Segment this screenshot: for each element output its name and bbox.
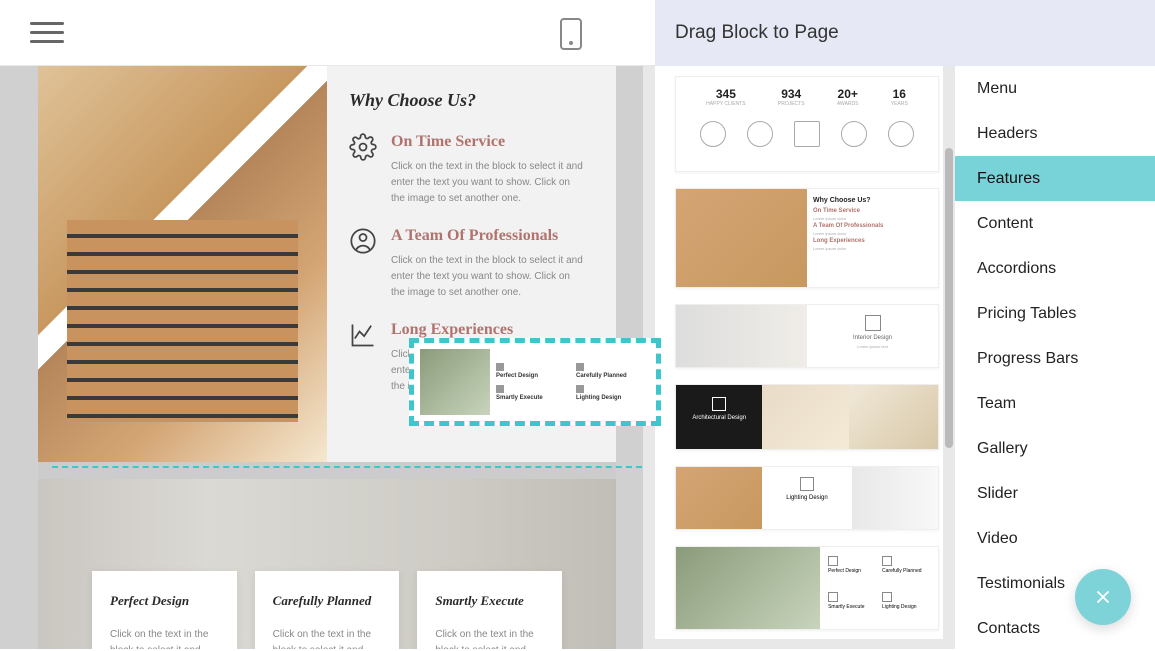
stat-number: 345 <box>706 87 745 101</box>
ghost-image <box>420 349 490 415</box>
menu-hamburger-icon[interactable] <box>30 22 64 43</box>
category-menu[interactable]: Menu <box>955 66 1155 111</box>
dragging-block-ghost[interactable]: Perfect Design Smartly Execute Carefully… <box>409 338 661 426</box>
thumb-item: Long Experiences <box>813 238 932 244</box>
thumb-item: A Team Of Professionals <box>813 223 932 229</box>
stat-label: PROJECTS <box>778 101 805 107</box>
category-video[interactable]: Video <box>955 516 1155 561</box>
block-thumbnail-stats[interactable]: 345HAPPY CLIENTS 934PROJECTS 20+AWARDS 1… <box>675 76 939 172</box>
ghost-label: Carefully Planned <box>576 373 650 379</box>
editor-topbar <box>0 0 655 66</box>
ghost-label: Smartly Execute <box>496 395 570 401</box>
card-desc[interactable]: Click on the text in the block to select… <box>435 627 544 649</box>
category-list: MenuHeadersFeaturesContentAccordionsPric… <box>955 66 1155 649</box>
gear-icon <box>349 133 377 161</box>
section-heading[interactable]: Why Choose Us? <box>349 90 586 111</box>
ghost-label: Lighting Design <box>576 395 650 401</box>
card-title[interactable]: Carefully Planned <box>273 593 382 609</box>
feature-title[interactable]: A Team Of Professionals <box>391 227 586 245</box>
section-cards[interactable]: Perfect Design Click on the text in the … <box>38 479 616 649</box>
thumb-item: Smartly Execute <box>828 604 876 610</box>
stat-label: HAPPY CLIENTS <box>706 101 745 107</box>
thumb-title: Lighting Design <box>772 495 841 501</box>
card-title[interactable]: Perfect Design <box>110 593 219 609</box>
category-gallery[interactable]: Gallery <box>955 426 1155 471</box>
blocks-scrollbar[interactable] <box>943 66 955 649</box>
thumb-title: Architectural Design <box>684 415 754 421</box>
stat-label: AWARDS <box>837 101 859 107</box>
card-item[interactable]: Perfect Design Click on the text in the … <box>92 571 237 649</box>
block-thumbnails-list[interactable]: 345HAPPY CLIENTS 934PROJECTS 20+AWARDS 1… <box>655 66 943 649</box>
cards-row: Perfect Design Click on the text in the … <box>92 571 562 649</box>
ghost-label: Perfect Design <box>496 373 570 379</box>
feature-item[interactable]: On Time Service Click on the text in the… <box>349 133 586 207</box>
category-slider[interactable]: Slider <box>955 471 1155 516</box>
card-desc[interactable]: Click on the text in the block to select… <box>273 627 382 649</box>
section-image[interactable] <box>38 66 327 462</box>
house-icon <box>865 315 881 331</box>
stat-number: 934 <box>778 87 805 101</box>
stat-label: YEARS <box>891 101 908 107</box>
card-item[interactable]: Smartly Execute Click on the text in the… <box>417 571 562 649</box>
panel-title: Drag Block to Page <box>655 0 1155 66</box>
bulb-icon <box>800 477 814 491</box>
thumb-item: Perfect Design <box>828 568 876 574</box>
block-thumbnail-arch[interactable]: Architectural Design <box>675 384 939 450</box>
feature-desc[interactable]: Click on the text in the block to select… <box>391 159 586 207</box>
person-icon <box>349 227 377 255</box>
block-thumbnail-lighting[interactable]: Lighting Design <box>675 466 939 530</box>
thumb-title: Why Choose Us? <box>813 197 932 204</box>
category-features[interactable]: Features <box>955 156 1155 201</box>
card-desc[interactable]: Click on the text in the block to select… <box>110 627 219 649</box>
stat-number: 20+ <box>837 87 859 101</box>
close-panel-button[interactable] <box>1075 569 1131 625</box>
chart-icon <box>349 321 377 349</box>
category-pricing-tables[interactable]: Pricing Tables <box>955 291 1155 336</box>
category-team[interactable]: Team <box>955 381 1155 426</box>
block-thumbnail-interior[interactable]: Interior DesignLorem ipsum text <box>675 304 939 368</box>
thumb-title: Interior Design <box>817 335 928 341</box>
blocks-h-scrollbar[interactable] <box>655 639 955 649</box>
thumb-item: Carefully Planned <box>882 568 930 574</box>
thumb-item: On Time Service <box>813 208 932 214</box>
feature-item[interactable]: A Team Of Professionals Click on the tex… <box>349 227 586 301</box>
mobile-preview-icon[interactable] <box>560 18 582 50</box>
block-thumbnail-grid[interactable]: Perfect Design Carefully Planned Smartly… <box>675 546 939 630</box>
category-headers[interactable]: Headers <box>955 111 1155 156</box>
stat-number: 16 <box>891 87 908 101</box>
feature-desc[interactable]: Click on the text in the block to select… <box>391 253 586 301</box>
drop-indicator <box>52 466 642 468</box>
block-thumbnail-why[interactable]: Why Choose Us? On Time Service Lorem ips… <box>675 188 939 288</box>
feature-title[interactable]: On Time Service <box>391 133 586 151</box>
feature-title[interactable]: Long Experiences <box>391 321 586 339</box>
blocks-panel: Drag Block to Page 345HAPPY CLIENTS 934P… <box>655 0 1155 649</box>
category-accordions[interactable]: Accordions <box>955 246 1155 291</box>
card-item[interactable]: Carefully Planned Click on the text in t… <box>255 571 400 649</box>
thumb-item: Lighting Design <box>882 604 930 610</box>
card-title[interactable]: Smartly Execute <box>435 593 544 609</box>
category-content[interactable]: Content <box>955 201 1155 246</box>
category-progress-bars[interactable]: Progress Bars <box>955 336 1155 381</box>
